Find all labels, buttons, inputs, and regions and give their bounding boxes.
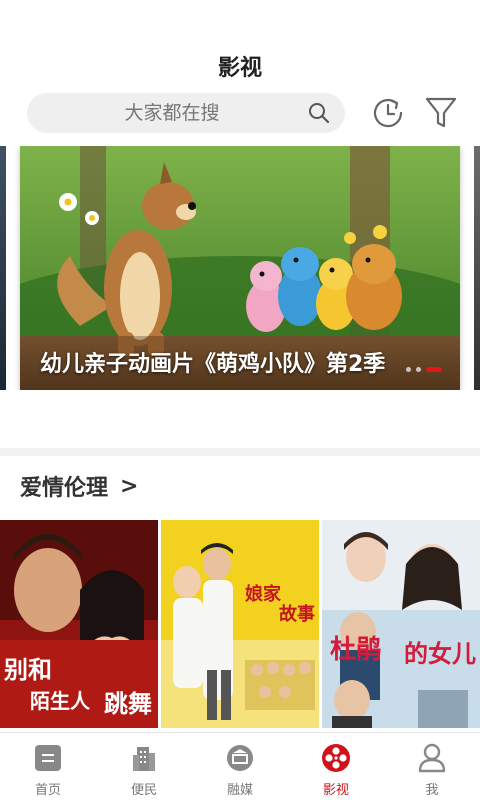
poster-row: 别和 陌生人 跳舞 娘家 故事 杜鹃 的女儿 — [0, 520, 480, 728]
tab-label: 影视 — [322, 783, 349, 798]
banner-caption: 幼儿亲子动画片《萌鸡小队》第2季 — [40, 352, 386, 377]
bottom-tab-bar: 首页 便民 融媒 影视 我 — [0, 732, 480, 800]
banner-carousel[interactable]: 幼儿亲子动画片《萌鸡小队》第2季 — [0, 146, 480, 390]
banner-peek-next — [474, 146, 480, 390]
tab-services[interactable]: 便民 — [96, 733, 192, 800]
poster-card[interactable]: 杜鹃 的女儿 — [322, 520, 480, 728]
search-placeholder: 大家都在搜 — [124, 102, 220, 124]
section-title: 爱情伦理 — [20, 476, 109, 501]
svg-text:跳舞: 跳舞 — [104, 690, 152, 718]
poster-image: 别和 陌生人 跳舞 — [0, 520, 158, 728]
banner-slide[interactable]: 幼儿亲子动画片《萌鸡小队》第2季 — [20, 146, 460, 390]
tab-label: 便民 — [130, 783, 157, 798]
tab-me[interactable]: 我 — [384, 733, 480, 800]
tab-film[interactable]: 影视 — [288, 733, 384, 800]
tab-label: 我 — [425, 783, 439, 798]
user-icon — [418, 743, 446, 773]
tab-media[interactable]: 融媒 — [192, 733, 288, 800]
section-more-arrow[interactable]: > — [120, 474, 138, 499]
carousel-dot[interactable] — [406, 366, 411, 372]
screen: 影视 大家都在搜 幼儿亲子动画片《萌鸡小队》第2季 爱情伦理 > 别和 陌生人 … — [0, 0, 480, 800]
poster-card[interactable]: 娘家 故事 — [161, 520, 319, 728]
tab-home[interactable]: 首页 — [0, 733, 96, 800]
svg-text:别和: 别和 — [3, 656, 52, 684]
header: 影视 — [0, 0, 480, 88]
carousel-dot-active[interactable] — [426, 366, 442, 372]
svg-text:陌生人: 陌生人 — [30, 689, 91, 713]
carousel-dot[interactable] — [416, 366, 421, 372]
page-title: 影视 — [217, 56, 262, 81]
poster-image: 娘家 故事 — [161, 520, 319, 728]
poster-card[interactable]: 别和 陌生人 跳舞 — [0, 520, 158, 728]
search-row: 大家都在搜 — [0, 93, 480, 133]
home-icon — [35, 745, 61, 771]
section-header[interactable]: 爱情伦理 > — [20, 472, 138, 502]
svg-text:娘家: 娘家 — [245, 583, 282, 605]
filter-icon[interactable] — [424, 95, 458, 131]
svg-text:的女儿: 的女儿 — [404, 639, 476, 668]
tab-label: 首页 — [34, 783, 61, 798]
building-icon — [133, 747, 155, 771]
history-icon[interactable] — [370, 95, 406, 131]
svg-text:杜鹃: 杜鹃 — [330, 634, 382, 665]
section-divider — [0, 448, 480, 456]
carousel-dots — [406, 366, 442, 372]
poster-image: 杜鹃 的女儿 — [322, 520, 480, 728]
search-icon[interactable] — [307, 101, 331, 125]
film-reel-icon — [322, 744, 350, 772]
svg-text:故事: 故事 — [279, 603, 315, 625]
search-input[interactable]: 大家都在搜 — [27, 93, 345, 133]
tab-label: 融媒 — [226, 783, 253, 798]
media-icon — [227, 745, 253, 771]
banner-peek-previous — [0, 146, 6, 390]
